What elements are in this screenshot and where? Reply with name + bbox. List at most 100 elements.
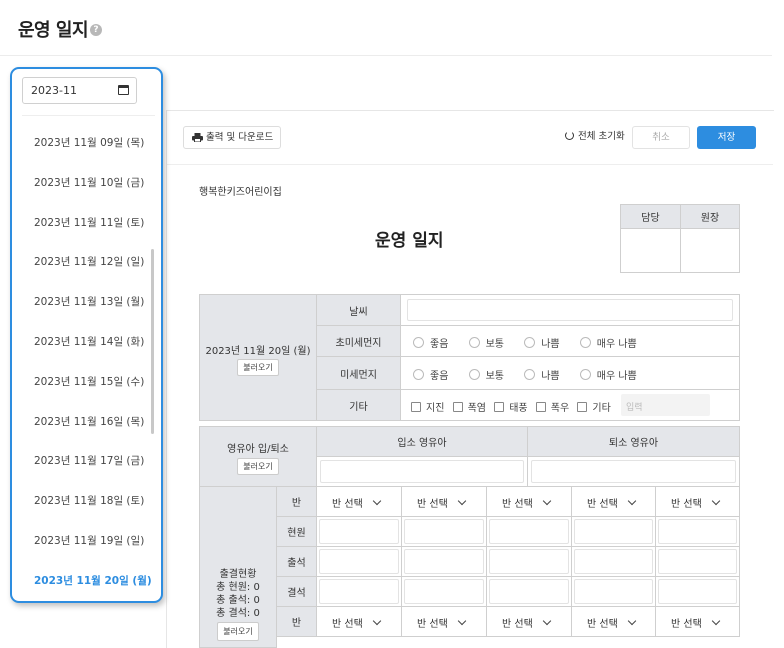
load-children-button[interactable]: 불러오기 <box>237 458 279 475</box>
class-select-dropdown[interactable]: 반 선택 <box>671 615 721 630</box>
attendance-count-cell <box>486 576 572 607</box>
approval-manager-header: 담당 <box>620 204 681 229</box>
approval-director-sign[interactable] <box>680 228 740 273</box>
fine-good-radio[interactable]: 좋음 <box>413 367 448 382</box>
chevron-down-icon <box>372 616 382 626</box>
class-select-cell: 반 선택 <box>486 606 572 637</box>
chevron-down-icon <box>372 496 382 506</box>
ultrafine-good-radio[interactable]: 좋음 <box>413 335 448 350</box>
attendance-count-cell <box>486 516 572 547</box>
attendance-count-cell <box>486 546 572 577</box>
date-item[interactable]: 2023년 11월 11일 (토) <box>12 203 161 243</box>
attendance-input[interactable] <box>489 579 569 604</box>
fine-normal-radio[interactable]: 보통 <box>468 367 504 382</box>
toolbar-divider <box>167 164 773 165</box>
fine-very-bad-radio[interactable]: 매우 나쁨 <box>579 367 637 382</box>
attendance-input[interactable] <box>574 519 653 544</box>
date-item[interactable]: 2023년 11월 18일 (토) <box>12 481 161 521</box>
class-select-label: 반 선택 <box>332 619 363 630</box>
date-item[interactable]: 2023년 11월 15일 (수) <box>12 362 161 402</box>
chevron-down-icon <box>457 496 467 506</box>
typhoon-checkbox[interactable]: 태풍 <box>494 399 528 414</box>
children-inout-label: 영유아 입/퇴소 <box>227 444 289 455</box>
ultrafine-normal-radio[interactable]: 보통 <box>468 335 504 350</box>
date-item[interactable]: 2023년 11월 12일 (일) <box>12 242 161 282</box>
exit-children-input[interactable] <box>531 460 736 483</box>
attendance-input[interactable] <box>404 579 484 604</box>
chevron-down-icon <box>457 616 467 626</box>
date-item[interactable]: 2023년 11월 13일 (월) <box>12 282 161 322</box>
date-panel: 2023-11 2023년 11월 09일 (목) 2023년 11월 10일 (… <box>10 67 163 603</box>
class-select-label: 반 선택 <box>502 619 533 630</box>
class-select-dropdown[interactable]: 반 선택 <box>332 495 382 510</box>
other-input[interactable]: 입력 <box>621 394 710 416</box>
attendance-input[interactable] <box>574 579 653 604</box>
attendance-count-cell <box>655 576 740 607</box>
weather-input[interactable] <box>407 299 733 321</box>
weather-row <box>400 294 740 326</box>
ultrafine-bad-radio[interactable]: 나쁨 <box>524 335 560 350</box>
date-item[interactable]: 2023년 11월 16일 (목) <box>12 402 161 442</box>
entry-children-input[interactable] <box>320 460 524 483</box>
cancel-button[interactable]: 취소 <box>632 126 690 149</box>
print-download-button[interactable]: 출력 및 다운로드 <box>183 126 281 149</box>
class-select-cell: 반 선택 <box>316 486 402 517</box>
attendance-input[interactable] <box>489 519 569 544</box>
attendance-input[interactable] <box>658 519 737 544</box>
class-select-label: 반 선택 <box>671 619 702 630</box>
attendance-input[interactable] <box>658 549 737 574</box>
date-item[interactable]: 2023년 11월 19일 (일) <box>12 521 161 561</box>
help-icon[interactable]: ? <box>90 24 102 36</box>
ultrafine-dust-options: 좋음 보통 나쁨 매우 나쁨 <box>400 325 740 357</box>
date-item[interactable]: 2023년 11월 20일 (월) <box>12 561 161 601</box>
attendance-input[interactable] <box>319 579 399 604</box>
class-select-dropdown[interactable]: 반 선택 <box>587 615 637 630</box>
class-select-cell: 반 선택 <box>401 606 487 637</box>
calendar-icon[interactable] <box>118 85 129 95</box>
date-item[interactable]: 2023년 11월 10일 (금) <box>12 163 161 203</box>
class-select-dropdown[interactable]: 반 선택 <box>502 615 552 630</box>
scrollbar[interactable] <box>151 249 154 434</box>
class-select-label: 반 선택 <box>587 499 618 510</box>
attendance-label: 출결현황 <box>219 569 257 580</box>
reset-all-button[interactable]: 전체 초기화 <box>565 126 630 148</box>
class-select-dropdown[interactable]: 반 선택 <box>417 495 467 510</box>
month-input[interactable]: 2023-11 <box>22 77 137 104</box>
attendance-input[interactable] <box>404 519 484 544</box>
panel-divider <box>22 115 155 116</box>
printer-icon <box>192 133 203 142</box>
class-select-dropdown[interactable]: 반 선택 <box>417 615 467 630</box>
class-select-dropdown[interactable]: 반 선택 <box>502 495 552 510</box>
load-attendance-button[interactable]: 불러오기 <box>217 622 259 641</box>
fine-bad-radio[interactable]: 나쁨 <box>524 367 560 382</box>
class-select-dropdown[interactable]: 반 선택 <box>587 495 637 510</box>
attendance-input[interactable] <box>404 549 484 574</box>
attendance-row-label: 반 <box>276 486 317 517</box>
load-weather-button[interactable]: 불러오기 <box>237 359 279 376</box>
ultrafine-very-bad-radio[interactable]: 매우 나쁨 <box>579 335 637 350</box>
earthquake-checkbox[interactable]: 지진 <box>411 399 444 414</box>
attendance-row-label: 반 <box>276 606 317 637</box>
attendance-input[interactable] <box>319 519 399 544</box>
heatwave-checkbox[interactable]: 폭염 <box>452 399 486 414</box>
approval-manager-sign[interactable] <box>620 228 681 273</box>
attendance-input[interactable] <box>489 549 569 574</box>
date-item[interactable]: 2023년 11월 09일 (목) <box>12 123 161 163</box>
chevron-down-icon <box>627 616 637 626</box>
other-label: 기타 <box>316 389 401 421</box>
date-item[interactable]: 2023년 11월 14일 (화) <box>12 322 161 362</box>
attendance-input[interactable] <box>319 549 399 574</box>
exit-children-row <box>527 456 740 487</box>
heavy-rain-checkbox[interactable]: 폭우 <box>535 399 569 414</box>
attendance-input[interactable] <box>658 579 737 604</box>
date-item[interactable]: 2023년 11월 17일 (금) <box>12 441 161 481</box>
class-select-dropdown[interactable]: 반 선택 <box>332 615 382 630</box>
class-select-label: 반 선택 <box>417 499 448 510</box>
attendance-row-label: 현원 <box>276 516 317 547</box>
attendance-count-cell <box>571 516 656 547</box>
other-checkbox[interactable]: 기타 <box>577 399 611 414</box>
save-button[interactable]: 저장 <box>697 126 756 149</box>
class-select-dropdown[interactable]: 반 선택 <box>671 495 721 510</box>
chevron-down-icon <box>542 496 552 506</box>
attendance-input[interactable] <box>574 549 653 574</box>
